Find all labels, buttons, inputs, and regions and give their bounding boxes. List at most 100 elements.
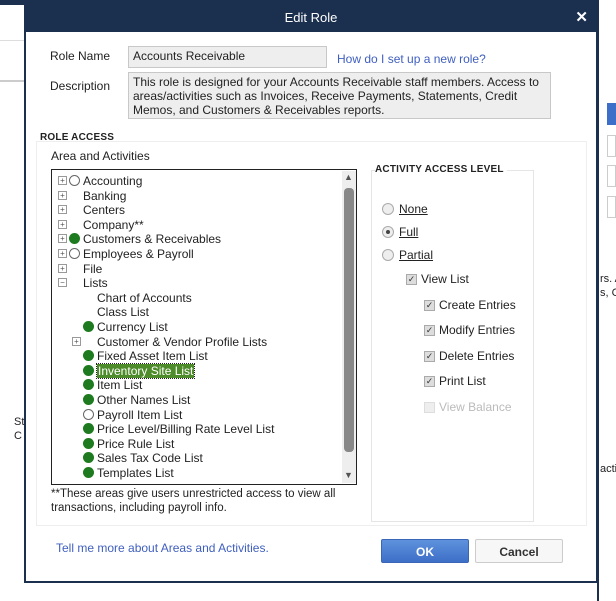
access-none-icon (69, 248, 80, 259)
tree-item-label: Payroll Item List (97, 407, 183, 422)
edit-role-dialog: Edit Role ✕ Role Name Accounts Receivabl… (24, 4, 598, 583)
tree-item-label: Class List (97, 305, 150, 320)
tree-item-label: File (83, 261, 103, 276)
checkbox-label[interactable]: Print List (439, 374, 486, 388)
access-full-icon (83, 379, 94, 391)
bg-divider (0, 80, 24, 82)
checkbox-label[interactable]: Create Entries (439, 298, 516, 312)
checkbox-create-entries[interactable]: ✓ (424, 299, 435, 311)
access-full-icon (83, 423, 94, 435)
role-name-input[interactable]: Accounts Receivable (128, 46, 327, 68)
tree-item[interactable]: + Employees & Payroll (52, 247, 340, 261)
tree-item[interactable]: + Centers (52, 203, 340, 217)
expand-icon[interactable]: + (58, 219, 67, 229)
checkbox-label[interactable]: Modify Entries (439, 323, 515, 337)
tree-item-label: Currency List (97, 320, 168, 334)
tree-item[interactable]: Other Names List (52, 393, 340, 407)
scroll-down-icon[interactable]: ▼ (344, 470, 353, 480)
dialog-title: Edit Role (284, 10, 338, 25)
expand-icon[interactable]: + (58, 249, 67, 258)
tree-item-label: Employees & Payroll (83, 247, 194, 261)
radio-label[interactable]: None (399, 202, 428, 216)
tree-item-label: Chart of Accounts (97, 290, 192, 305)
access-partial-icon (69, 204, 80, 215)
tree-item[interactable]: Payroll Item List (52, 408, 340, 422)
tree-item[interactable]: Price Rule List (52, 437, 340, 451)
tree-item[interactable]: + Customer & Vendor Profile Lists (52, 335, 340, 349)
tree-item[interactable]: Fixed Asset Item List (52, 349, 340, 363)
tree-item-label: Banking (83, 188, 127, 203)
tree-item[interactable]: Currency List (52, 320, 340, 334)
tree-item[interactable]: Class List (52, 305, 340, 319)
access-full-icon (69, 233, 80, 245)
cancel-button[interactable]: Cancel (475, 539, 563, 563)
bg-button (607, 135, 616, 157)
bg-text: actio (600, 463, 616, 475)
tree-item-label: Templates List (97, 466, 174, 480)
expand-icon[interactable]: + (58, 190, 67, 200)
area-tree[interactable]: Templates List Sales Tax Code List Price R… (51, 169, 357, 485)
scrollbar-thumb[interactable] (344, 188, 354, 452)
tree-item-label: Other Names List (97, 393, 191, 407)
checkbox-delete-entries[interactable]: ✓ (424, 350, 435, 362)
bg-text: s, C (600, 287, 616, 299)
bg-button (607, 165, 616, 187)
access-partial-icon (69, 190, 80, 201)
bg-button (607, 196, 616, 218)
tree-item[interactable]: + Customers & Receivables (52, 232, 340, 246)
checkbox-modify-entries[interactable]: ✓ (424, 325, 435, 336)
radio-label[interactable]: Full (399, 225, 418, 239)
bg-divider (0, 40, 24, 41)
checkbox-label[interactable]: View List (421, 272, 469, 286)
access-level-panel: None Full Partial ✓ View List ✓ Create Entries… (371, 170, 534, 522)
tree-item[interactable]: Price Level/Billing Rate Level List (52, 422, 340, 436)
expand-icon[interactable]: + (58, 234, 67, 244)
description-input[interactable]: This role is designed for your Accounts … (128, 72, 551, 119)
access-partial-icon (69, 277, 80, 288)
tree-item[interactable]: + Company** (52, 218, 340, 232)
expand-icon[interactable]: + (58, 205, 67, 215)
more-info-link[interactable]: Tell me more about Areas and Activities. (56, 541, 269, 555)
dialog-titlebar[interactable]: Edit Role (26, 4, 596, 32)
scroll-up-icon[interactable]: ▲ (344, 172, 353, 182)
tree-item[interactable]: Sales Tax Code List (52, 451, 340, 465)
tree-item[interactable]: + File (52, 262, 340, 276)
bg-text: St (14, 416, 25, 428)
radio-partial[interactable] (382, 249, 394, 261)
expand-icon[interactable]: + (72, 336, 81, 346)
access-full-icon (83, 467, 94, 478)
radio-label[interactable]: Partial (399, 248, 433, 262)
expand-icon[interactable]: + (58, 176, 67, 185)
tree-item[interactable]: Chart of Accounts (52, 291, 340, 305)
checkbox-label[interactable]: View Balance (439, 400, 512, 414)
checkbox-label[interactable]: Delete Entries (439, 349, 514, 363)
access-level-heading: ACTIVITY ACCESS LEVEL (375, 164, 507, 175)
tree-item[interactable]: Templates List (52, 466, 340, 480)
tree-item[interactable]: + Accounting (52, 174, 340, 188)
radio-full[interactable] (382, 226, 394, 238)
tree-item-label: Inventory Site List (95, 362, 196, 379)
expand-icon[interactable]: + (58, 263, 67, 273)
access-partial-icon (69, 263, 80, 274)
access-full-icon (83, 437, 94, 449)
tree-item[interactable]: − Lists (52, 276, 340, 290)
access-partial-icon (83, 292, 94, 303)
collapse-icon[interactable]: − (58, 278, 67, 288)
help-link[interactable]: How do I set up a new role? (337, 52, 486, 66)
description-label: Description (50, 79, 111, 93)
tree-item[interactable]: + Banking (52, 189, 340, 203)
tree-item[interactable]: Inventory Site List (52, 362, 340, 379)
checkbox-view-balance[interactable] (424, 401, 435, 413)
tree-item-label: Company** (83, 217, 144, 232)
checkbox-view-list[interactable]: ✓ (406, 274, 417, 285)
tree-item-label: Accounting (83, 174, 143, 188)
checkbox-print-list[interactable]: ✓ (424, 376, 435, 387)
access-full-icon (83, 350, 94, 362)
radio-none[interactable] (382, 203, 394, 215)
tree-item[interactable]: Item List (52, 378, 340, 392)
tree-item-label: Customers & Receivables (83, 232, 222, 247)
access-none-icon (83, 408, 94, 420)
close-icon[interactable]: ✕ (575, 4, 588, 32)
ok-button[interactable]: OK (381, 539, 469, 563)
access-partial-icon (83, 336, 94, 347)
